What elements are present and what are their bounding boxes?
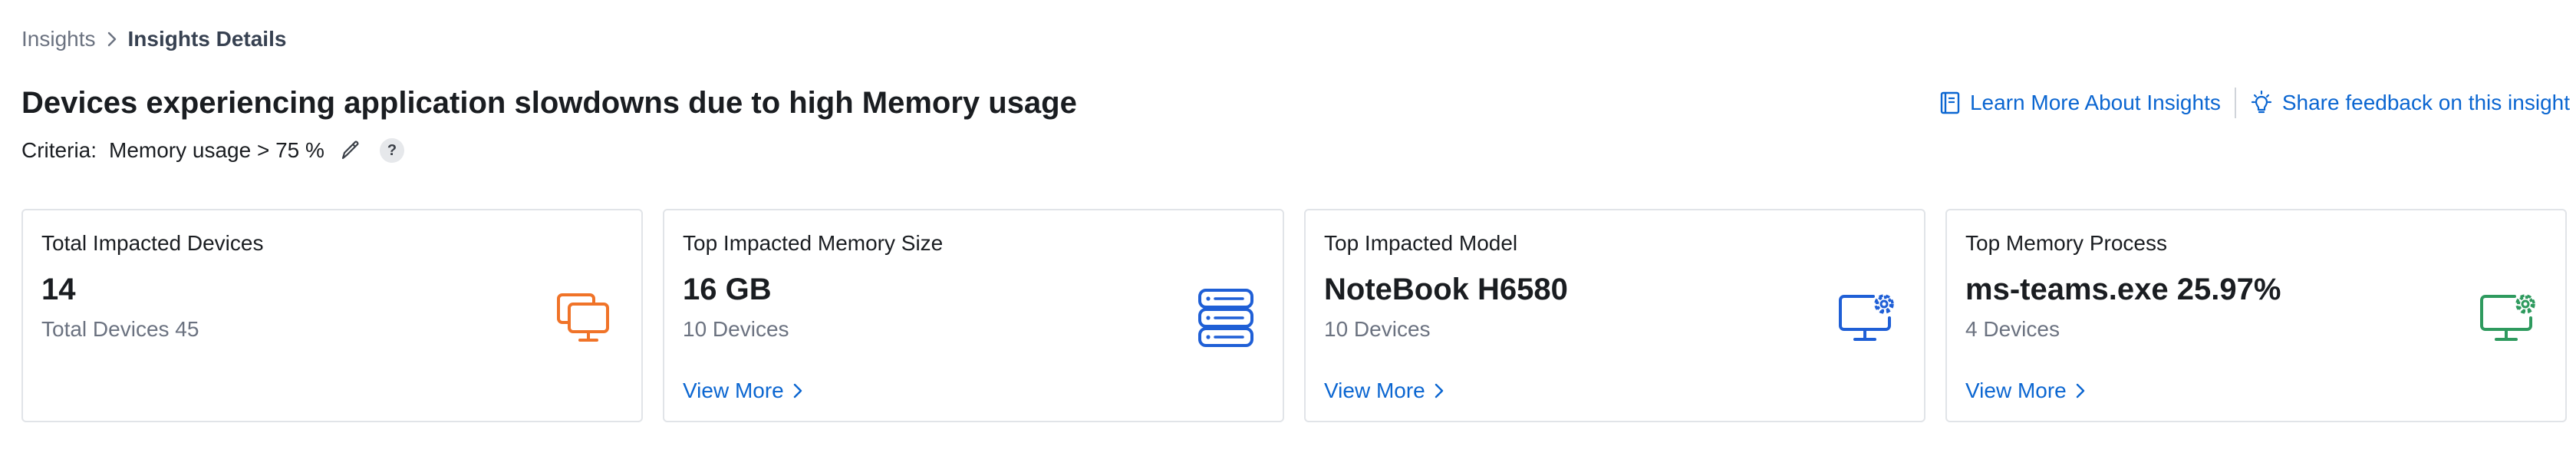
card-label: Top Impacted Memory Size xyxy=(683,231,944,255)
card-top-memory-size: Top Impacted Memory Size 16 GB 10 Device… xyxy=(663,209,1284,422)
page-title: Devices experiencing application slowdow… xyxy=(21,86,1077,120)
card-value: 16 GB xyxy=(683,273,772,306)
view-more-link[interactable]: View More xyxy=(1965,378,2085,404)
card-value: 14 xyxy=(41,273,76,306)
chevron-right-icon xyxy=(793,383,802,398)
view-more-link[interactable]: View More xyxy=(1324,378,1444,404)
breadcrumb-insights-link[interactable]: Insights xyxy=(21,26,96,52)
book-icon xyxy=(1939,91,1961,114)
card-top-memory-process: Top Memory Process ms-teams.exe 25.97% 4… xyxy=(1945,209,2567,422)
monitor-gear-icon xyxy=(1839,294,1894,341)
breadcrumb-current: Insights Details xyxy=(127,27,287,51)
card-total-impacted-devices: Total Impacted Devices 14 Total Devices … xyxy=(21,209,643,422)
criteria-value: Memory usage > 75 % xyxy=(109,138,324,162)
pencil-icon[interactable] xyxy=(338,138,363,163)
header-links: Learn More About Insights Share feedback… xyxy=(1925,88,2570,118)
card-top-impacted-model: Top Impacted Model NoteBook H6580 10 Dev… xyxy=(1304,209,1925,422)
card-subtext: 10 Devices xyxy=(683,317,789,341)
summary-cards: Total Impacted Devices 14 Total Devices … xyxy=(21,209,2567,422)
insight-details-page: Insights Insights Details Devices experi… xyxy=(0,0,2576,453)
criteria-label: Criteria: xyxy=(21,138,97,162)
card-value: ms-teams.exe 25.97% xyxy=(1965,273,2281,306)
monitor-gear-icon xyxy=(2480,294,2535,341)
card-subtext: 10 Devices xyxy=(1324,317,1431,341)
view-more-link[interactable]: View More xyxy=(683,378,802,404)
chevron-right-icon xyxy=(1435,383,1443,398)
chevron-right-icon xyxy=(2076,383,2084,398)
devices-icon xyxy=(557,293,609,342)
server-stack-icon xyxy=(1198,289,1253,347)
view-more-label: View More xyxy=(1965,379,2067,402)
share-feedback-link[interactable]: Share feedback on this insight xyxy=(2236,88,2570,118)
card-label: Top Impacted Model xyxy=(1324,231,1518,255)
card-subtext: Total Devices 45 xyxy=(41,317,199,341)
share-feedback-label: Share feedback on this insight xyxy=(2281,91,2570,114)
criteria-row: Criteria: Memory usage > 75 % ? xyxy=(21,135,404,166)
learn-more-link[interactable]: Learn More About Insights xyxy=(1925,88,2235,118)
lightbulb-icon xyxy=(2250,91,2273,115)
card-subtext: 4 Devices xyxy=(1965,317,2060,341)
card-value: NoteBook H6580 xyxy=(1324,273,1568,306)
card-label: Top Memory Process xyxy=(1965,231,2167,255)
view-more-label: View More xyxy=(683,379,784,402)
help-icon[interactable]: ? xyxy=(379,138,404,163)
view-more-label: View More xyxy=(1324,379,1425,402)
chevron-right-icon xyxy=(107,31,117,48)
card-label: Total Impacted Devices xyxy=(41,231,264,255)
breadcrumb: Insights Insights Details xyxy=(21,26,286,52)
learn-more-label: Learn More About Insights xyxy=(1969,91,2221,114)
